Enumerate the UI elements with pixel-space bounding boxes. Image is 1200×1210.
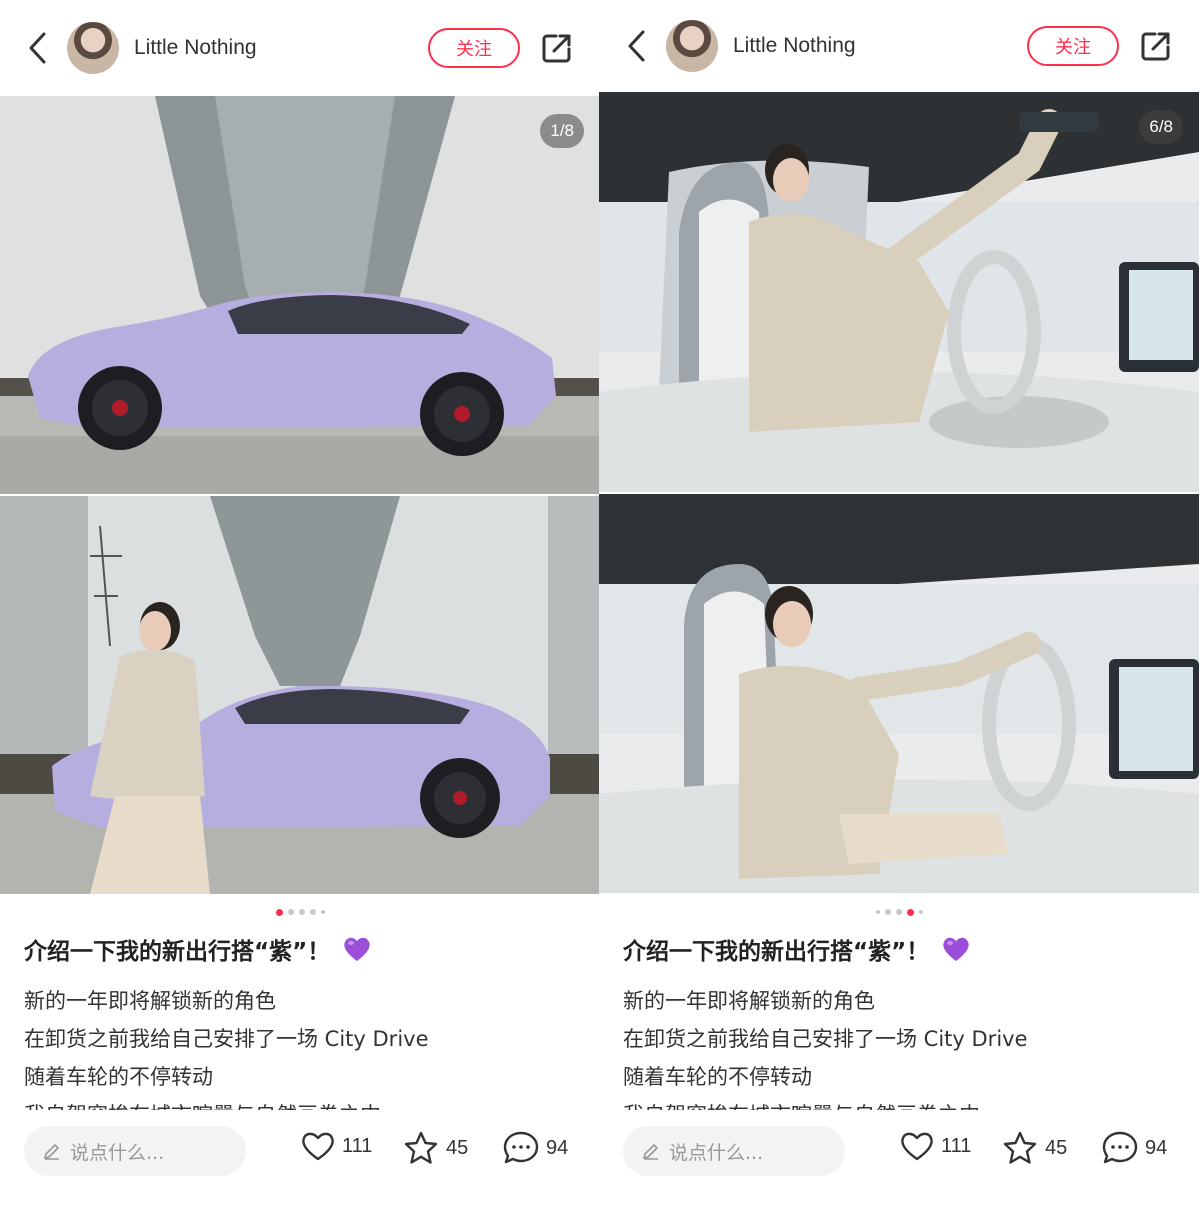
post-body-line: 在卸货之前我给自己安排了一场 City Drive <box>24 1027 429 1051</box>
post-body-line: 新的一年即将解锁新的角色 <box>24 989 276 1013</box>
carousel-dot[interactable] <box>884 909 891 915</box>
carousel-dot[interactable] <box>875 910 880 914</box>
post-title-text: 介绍一下我的新出行搭“紫”！ <box>623 939 930 965</box>
carousel-dot[interactable] <box>275 908 283 916</box>
pencil-icon <box>44 1144 59 1160</box>
avatar[interactable] <box>67 22 119 74</box>
carousel-dot[interactable] <box>918 910 923 914</box>
post-panel-right: Little Nothing 关注 6/8 介绍一下我的新出行搭“紫”！ 新的一… <box>599 0 1199 1210</box>
post-header: Little Nothing 关注 <box>0 0 600 96</box>
favorite-button[interactable]: 45 <box>402 1130 468 1166</box>
comment-input[interactable]: 说点什么... <box>623 1126 845 1176</box>
carousel-dots <box>0 907 600 917</box>
like-button[interactable]: 111 <box>899 1130 971 1162</box>
like-button[interactable]: 111 <box>300 1130 372 1162</box>
comment-placeholder: 说点什么... <box>70 1141 165 1164</box>
purple-heart-icon <box>344 937 370 961</box>
post-title: 介绍一下我的新出行搭“紫”！ <box>623 932 971 966</box>
like-count: 111 <box>941 1134 972 1157</box>
star-icon <box>404 1131 438 1164</box>
carousel-dot[interactable] <box>906 908 914 916</box>
comment-count: 94 <box>1145 1136 1168 1159</box>
image-counter: 6/8 <box>1139 110 1183 144</box>
pencil-icon <box>643 1144 658 1160</box>
post-body-line: 随着车轮的不停转动 <box>24 1065 213 1089</box>
post-title-text: 介绍一下我的新出行搭“紫”！ <box>24 939 331 965</box>
image-counter: 1/8 <box>540 114 584 148</box>
heart-icon <box>901 1132 933 1161</box>
post-body-line: 新的一年即将解锁新的角色 <box>623 989 875 1013</box>
favorite-count: 45 <box>1045 1136 1068 1159</box>
carousel-dot[interactable] <box>298 909 305 915</box>
post-header: Little Nothing 关注 <box>599 0 1199 92</box>
like-count: 111 <box>342 1134 373 1157</box>
favorite-button[interactable]: 45 <box>1001 1130 1067 1166</box>
share-icon[interactable] <box>540 31 574 65</box>
favorite-count: 45 <box>446 1136 469 1159</box>
comment-button[interactable]: 94 <box>1101 1130 1167 1166</box>
photo-car-under-bridge: 1/8 <box>0 96 600 494</box>
comment-button[interactable]: 94 <box>502 1130 568 1166</box>
carousel-dot[interactable] <box>309 909 316 915</box>
engagement-bar: 说点什么... 111 45 94 <box>599 1110 1199 1210</box>
carousel-dot[interactable] <box>320 910 325 914</box>
star-icon <box>1003 1131 1037 1164</box>
heart-icon <box>302 1132 334 1161</box>
post-panel-left: Little Nothing 关注 1/8 介绍一下我的新出行搭“紫”！ 新的一… <box>0 0 600 1210</box>
screenshot-comparison: Little Nothing 关注 1/8 介绍一下我的新出行搭“紫”！ 新的一… <box>0 0 1200 1210</box>
share-icon[interactable] <box>1139 29 1173 63</box>
image-carousel[interactable]: 6/8 <box>599 92 1199 893</box>
engagement-bar: 说点什么... 111 45 94 <box>0 1110 600 1210</box>
post-body-line: 我自驾穿梭在城市喧嚣与自然画卷之中 <box>24 1096 584 1110</box>
avatar[interactable] <box>666 20 718 72</box>
carousel-dot[interactable] <box>287 909 294 915</box>
post-title: 介绍一下我的新出行搭“紫”！ <box>24 932 372 966</box>
comment-placeholder: 说点什么... <box>669 1141 764 1164</box>
post-body: 新的一年即将解锁新的角色 在卸货之前我给自己安排了一场 City Drive 随… <box>24 982 584 1110</box>
author-name[interactable]: Little Nothing <box>733 34 856 58</box>
photo-interior-mirror: 6/8 <box>599 92 1199 492</box>
carousel-dot[interactable] <box>895 909 902 915</box>
post-body-line: 在卸货之前我给自己安排了一场 City Drive <box>623 1027 1028 1051</box>
post-body-line: 我自驾穿梭在城市喧嚣与自然画卷之中 <box>623 1096 1183 1110</box>
comment-input[interactable]: 说点什么... <box>24 1126 246 1176</box>
author-name[interactable]: Little Nothing <box>134 36 257 60</box>
photo-woman-with-car <box>0 496 600 894</box>
post-body: 新的一年即将解锁新的角色 在卸货之前我给自己安排了一场 City Drive 随… <box>623 982 1183 1110</box>
purple-heart-icon <box>943 937 969 961</box>
photo-interior-driving <box>599 494 1199 893</box>
chevron-left-icon[interactable] <box>625 29 647 63</box>
follow-button[interactable]: 关注 <box>428 28 520 68</box>
chat-bubble-icon <box>1102 1131 1138 1164</box>
chat-bubble-icon <box>503 1131 539 1164</box>
follow-button[interactable]: 关注 <box>1027 26 1119 66</box>
post-body-line: 随着车轮的不停转动 <box>623 1065 812 1089</box>
comment-count: 94 <box>546 1136 569 1159</box>
image-carousel[interactable]: 1/8 <box>0 96 600 894</box>
carousel-dots <box>599 907 1199 917</box>
chevron-left-icon[interactable] <box>26 31 48 65</box>
